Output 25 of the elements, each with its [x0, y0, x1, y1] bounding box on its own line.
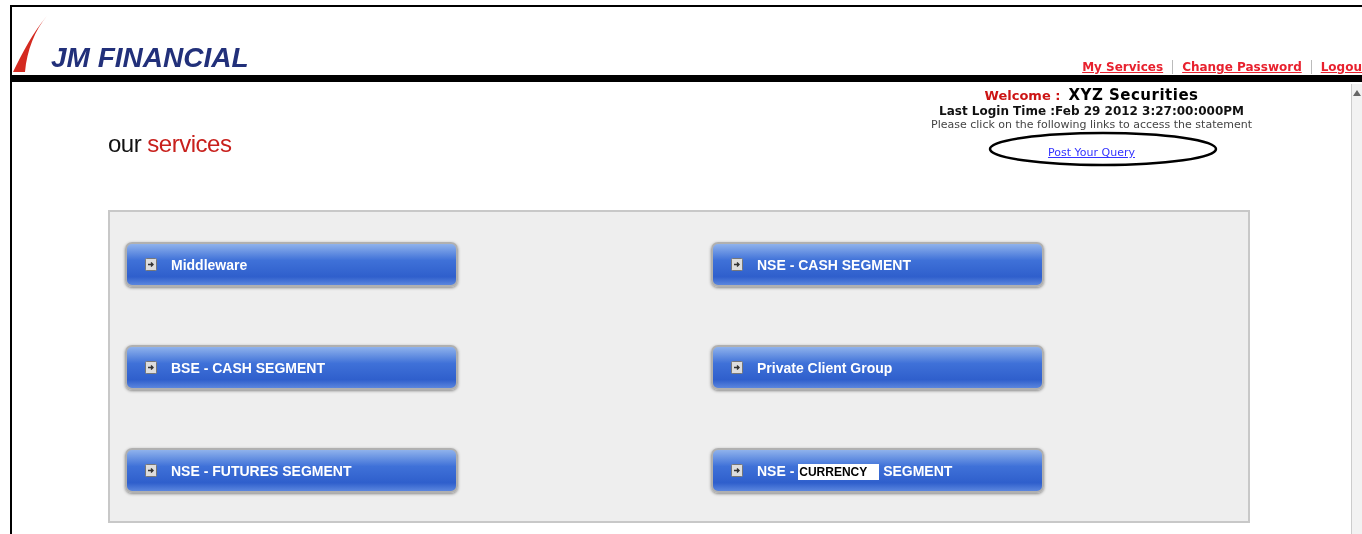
instruction-text: Please click on the following links to access the statement — [931, 118, 1252, 131]
welcome-label: Welcome : — [984, 88, 1061, 103]
post-query-link[interactable]: Post Your Query — [1048, 146, 1135, 159]
arrow-box-icon — [731, 361, 743, 374]
arrow-box-icon — [145, 464, 157, 477]
arrow-box-icon — [145, 258, 157, 271]
page-heading: our services — [108, 130, 232, 159]
service-button[interactable]: Middleware — [125, 242, 458, 287]
nav-link[interactable]: My Services — [1082, 60, 1164, 74]
arrow-box-icon — [145, 361, 157, 374]
scrollbar[interactable] — [1351, 84, 1362, 534]
user-name: XYZ Securities — [1068, 86, 1199, 104]
arrow-box-icon — [731, 258, 743, 271]
sail-logo-icon — [13, 16, 47, 72]
service-button[interactable]: NSE - FUTURES SEGMENT — [125, 448, 458, 493]
arrow-box-icon — [731, 464, 743, 477]
nav-link[interactable]: Change Password — [1182, 60, 1302, 74]
last-login-text: Last Login Time :Feb 29 2012 3:27:00:000PM — [939, 104, 1245, 118]
scroll-up-icon[interactable] — [1353, 90, 1361, 96]
service-button[interactable]: Private Client Group — [711, 345, 1044, 390]
service-button[interactable]: NSE - CURRENCY SEGMENT — [711, 448, 1044, 493]
service-button[interactable]: BSE - CASH SEGMENT — [125, 345, 458, 390]
service-button[interactable]: NSE - CASH SEGMENT — [711, 242, 1044, 287]
logo-text: JM FINANCIAL — [51, 44, 249, 72]
nav-link[interactable]: Logou — [1320, 60, 1362, 74]
